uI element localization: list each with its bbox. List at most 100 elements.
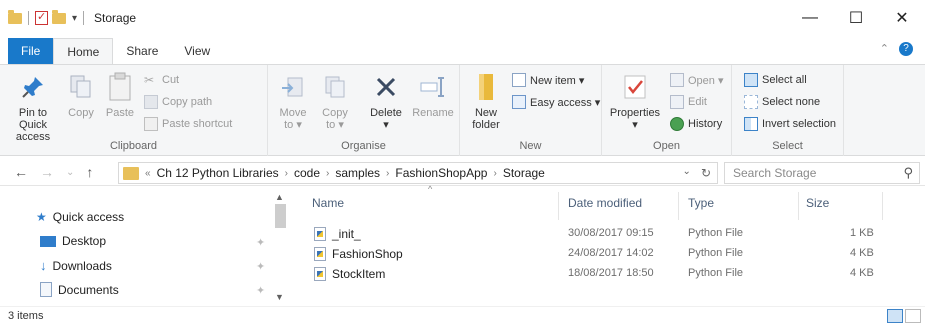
tab-home[interactable]: Home [53, 38, 114, 64]
column-divider[interactable] [798, 192, 799, 220]
select-none-button[interactable]: Select none [744, 93, 820, 111]
pin-label-1: Pin to Quick [18, 107, 48, 131]
minimize-button[interactable]: — [787, 0, 833, 36]
new-folder-icon[interactable] [52, 9, 66, 24]
breadcrumb-item[interactable]: code [294, 166, 320, 180]
sort-indicator-icon: ^ [428, 184, 433, 194]
paste-shortcut-button[interactable]: Paste shortcut [144, 115, 232, 133]
address-row: ← → ⌄ ↑ « Ch 12 Python Libraries › code … [0, 160, 925, 186]
breadcrumb-item[interactable]: Storage [503, 166, 545, 180]
scroll-thumb[interactable] [275, 204, 286, 228]
cut-label: Cut [162, 74, 180, 86]
customize-toolbar-icon[interactable]: ▾ [72, 13, 77, 24]
rename-button[interactable]: Rename [410, 71, 456, 119]
maximize-button[interactable]: ☐ [833, 0, 879, 36]
breadcrumb-item[interactable]: Ch 12 Python Libraries [157, 166, 279, 180]
column-header-type[interactable]: Type [688, 196, 714, 210]
nav-item-downloads[interactable]: ↓ Downloads [40, 258, 112, 273]
rename-icon [417, 71, 449, 103]
column-header-size[interactable]: Size [806, 196, 829, 210]
delete-button[interactable]: Delete ▾ [366, 71, 406, 131]
quick-access-toolbar: ▾ [0, 9, 86, 25]
edit-button[interactable]: Edit [670, 93, 707, 111]
nav-item-desktop[interactable]: Desktop [40, 234, 106, 248]
help-icon[interactable]: ? [899, 42, 913, 56]
pin-to-quick-access-button[interactable]: Pin to Quick access [4, 71, 62, 143]
select-none-icon [744, 95, 758, 109]
overflow-chevron[interactable]: « [145, 168, 151, 179]
document-icon [40, 282, 52, 297]
chevron-right-icon[interactable]: › [285, 168, 288, 179]
pin-icon[interactable]: ✦ [256, 236, 265, 249]
invert-selection-button[interactable]: Invert selection [744, 115, 836, 133]
delete-label: Delete [370, 107, 402, 119]
file-size: 4 KB [850, 267, 874, 279]
ribbon-tabs: File Home Share View ⌃ ? [0, 36, 925, 64]
search-input[interactable]: Search Storage ⚲ [724, 162, 920, 184]
pin-icon[interactable]: ✦ [256, 260, 265, 273]
collapse-ribbon-icon[interactable]: ⌃ [880, 42, 889, 56]
properties-label: Properties [609, 107, 661, 119]
scroll-up-icon[interactable]: ▲ [275, 192, 284, 202]
select-group: Select all Select none Invert selection … [732, 65, 844, 156]
nav-item-documents[interactable]: Documents [40, 282, 119, 297]
properties-button[interactable]: Properties ▾ [608, 71, 662, 131]
easy-access-icon [512, 95, 526, 109]
nav-scrollbar[interactable]: ▲ ▼ [272, 190, 288, 308]
details-view-icon[interactable] [887, 309, 903, 323]
breadcrumb-item[interactable]: samples [335, 166, 380, 180]
back-arrow-icon[interactable]: ← [14, 164, 28, 182]
pin-icon[interactable]: ✦ [256, 284, 265, 297]
open-button[interactable]: Open ▾ [670, 71, 724, 89]
properties-icon[interactable] [35, 10, 48, 25]
forward-arrow-icon[interactable]: → [40, 164, 54, 182]
file-size: 1 KB [850, 227, 874, 239]
paste-button[interactable]: Paste [100, 71, 140, 119]
select-all-button[interactable]: Select all [744, 71, 807, 89]
python-file-icon [314, 247, 326, 261]
easy-access-button[interactable]: Easy access ▾ [512, 93, 600, 111]
breadcrumb-item[interactable]: FashionShopApp [395, 166, 487, 180]
file-date: 24/08/2017 14:02 [568, 247, 654, 259]
file-type: Python File [688, 267, 744, 279]
large-icons-view-icon[interactable] [905, 309, 921, 323]
up-arrow-icon[interactable]: ↑ [86, 164, 93, 182]
nav-item-quick-access[interactable]: ★ Quick access [36, 210, 124, 224]
new-folder-button[interactable]: New folder [466, 71, 506, 131]
address-dropdown-icon[interactable]: ⌄ [683, 166, 691, 180]
file-row[interactable]: FashionShop 24/08/2017 14:02 Python File… [296, 244, 925, 264]
scroll-down-icon[interactable]: ▼ [275, 292, 284, 302]
file-row[interactable]: StockItem 18/08/2017 18:50 Python File 4… [296, 264, 925, 284]
search-icon[interactable]: ⚲ [903, 165, 913, 181]
history-button[interactable]: History [670, 115, 722, 133]
copy-path-button[interactable]: Copy path [144, 93, 212, 111]
chevron-right-icon[interactable]: › [326, 168, 329, 179]
column-divider[interactable] [558, 192, 559, 220]
tab-file[interactable]: File [8, 38, 54, 64]
status-bar: 3 items [0, 306, 925, 325]
column-header-date[interactable]: Date modified [568, 196, 642, 210]
file-name-cell: StockItem [314, 267, 385, 281]
tab-share[interactable]: Share [113, 38, 171, 64]
refresh-icon[interactable]: ↻ [701, 166, 711, 180]
copy-to-label-1: Copy [322, 107, 348, 119]
cut-button[interactable]: ✂ Cut [144, 71, 179, 89]
file-date: 30/08/2017 09:15 [568, 227, 654, 239]
file-row[interactable]: _init_ 30/08/2017 09:15 Python File 1 KB [296, 224, 925, 244]
move-to-button[interactable]: Move to ▾ [276, 71, 310, 131]
paste-label: Paste [105, 107, 135, 119]
recent-locations-icon[interactable]: ⌄ [66, 164, 74, 182]
column-header-name[interactable]: Name [312, 196, 344, 210]
copy-button[interactable]: Copy [64, 71, 98, 119]
address-bar[interactable]: « Ch 12 Python Libraries › code › sample… [118, 162, 718, 184]
column-divider[interactable] [678, 192, 679, 220]
new-item-button[interactable]: New item ▾ [512, 71, 584, 89]
close-button[interactable]: ✕ [879, 0, 925, 36]
tab-view[interactable]: View [171, 38, 223, 64]
copy-to-button[interactable]: Copy to ▾ [318, 71, 352, 131]
column-divider[interactable] [882, 192, 883, 220]
ribbon: Pin to Quick access Copy Paste ✂ Cut Cop… [0, 64, 925, 156]
chevron-right-icon[interactable]: › [493, 168, 496, 179]
properties-arrow: ▾ [632, 119, 638, 131]
chevron-right-icon[interactable]: › [386, 168, 389, 179]
